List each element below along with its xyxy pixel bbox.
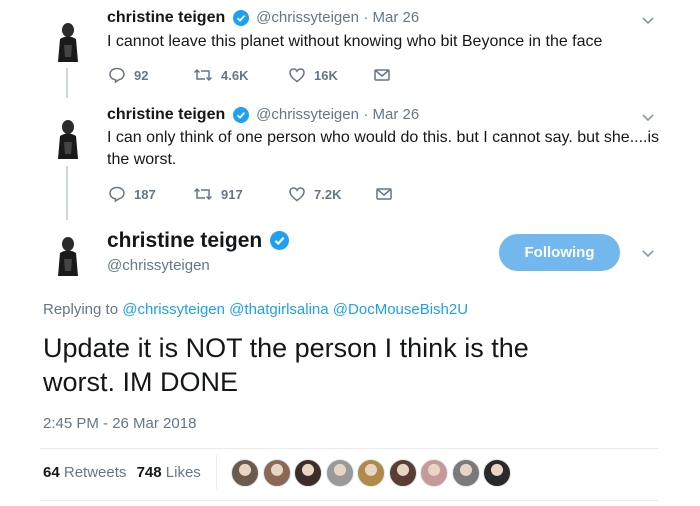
like-count: 7.2K: [314, 186, 342, 202]
avatar[interactable]: [43, 231, 91, 279]
mention-link[interactable]: @chrissyteigen: [122, 301, 225, 318]
liker-avatar[interactable]: [325, 459, 354, 487]
reply-icon: [109, 186, 125, 203]
avatar[interactable]: [43, 17, 91, 65]
liker-avatar[interactable]: [294, 459, 322, 487]
replying-to: Replying to @chrissyteigen @thatgirlsali…: [43, 301, 468, 318]
reply-icon: [109, 67, 125, 84]
direct-message-button[interactable]: [375, 185, 393, 203]
liker-avatar[interactable]: [451, 459, 480, 487]
like-count: 16K: [314, 67, 338, 83]
retweet-icon: [193, 187, 213, 201]
retweet-count: 917: [221, 186, 243, 202]
avatar-photo-icon: [43, 17, 91, 65]
tweet-text-line: worst. IM DONE: [43, 367, 239, 397]
verified-badge-icon: [232, 9, 249, 26]
author-name[interactable]: christine teigen: [107, 9, 225, 26]
following-button[interactable]: Following: [499, 234, 620, 271]
retweet-icon: [193, 68, 213, 82]
main-tweet-text: Update it is NOT the person I think is t…: [43, 331, 529, 399]
author-handle[interactable]: @chrissyteigen: [256, 106, 359, 123]
retweet-count: 4.6K: [221, 67, 249, 83]
likes-count: 748: [136, 464, 162, 481]
reply-button[interactable]: 92: [108, 66, 193, 84]
replying-prefix: Replying to: [43, 301, 119, 318]
retweet-button[interactable]: 4.6K: [193, 66, 288, 84]
retweets-label: Retweets: [63, 464, 127, 481]
envelope-icon: [376, 188, 392, 200]
avatar-photo-icon: [43, 231, 91, 279]
tweet-stats: 64 Retweets 748 Likes: [43, 464, 201, 481]
avatar-photo-icon: [43, 114, 91, 162]
chevron-down-icon[interactable]: [640, 12, 656, 28]
liker-avatar[interactable]: [388, 459, 417, 487]
retweet-button[interactable]: 917: [193, 185, 288, 203]
liker-avatar[interactable]: [231, 459, 259, 487]
tweet-text-line: the worst.: [107, 151, 177, 168]
reply-count: 92: [134, 67, 149, 83]
avatar[interactable]: [43, 114, 91, 162]
reply-button[interactable]: 187: [108, 185, 193, 203]
author-handle[interactable]: @chrissyteigen: [256, 9, 359, 26]
chevron-down-icon[interactable]: [640, 245, 656, 261]
chevron-down-icon[interactable]: [640, 109, 656, 125]
like-button[interactable]: 7.2K: [288, 185, 375, 203]
verified-badge-icon: [269, 231, 289, 251]
thread-line: [66, 166, 68, 220]
verified-badge-icon: [232, 106, 249, 123]
tweet-date[interactable]: · Mar 26: [363, 106, 419, 123]
likes-label: Likes: [165, 464, 201, 481]
tweet-timestamp[interactable]: 2:45 PM - 26 Mar 2018: [43, 415, 196, 432]
divider: [40, 500, 658, 501]
envelope-icon: [374, 69, 390, 81]
author-name[interactable]: christine teigen: [107, 229, 262, 252]
tweet-text: I cannot leave this planet without knowi…: [107, 33, 603, 50]
mention-link[interactable]: @DocMouseBish2U: [333, 301, 468, 318]
tweet-text-line: I can only think of one person who would…: [107, 129, 660, 146]
retweets-stat[interactable]: 64 Retweets: [43, 464, 131, 481]
direct-message-button[interactable]: [373, 66, 391, 84]
liker-avatar[interactable]: [483, 459, 511, 487]
stats-separator: [216, 455, 217, 489]
likes-stat[interactable]: 748 Likes: [137, 464, 201, 481]
tweet-date[interactable]: · Mar 26: [363, 9, 419, 26]
liker-avatar[interactable]: [420, 459, 448, 487]
like-button[interactable]: 16K: [288, 66, 373, 84]
mention-link[interactable]: @thatgirlsalina: [229, 301, 328, 318]
tweet-text-line: Update it is NOT the person I think is t…: [43, 333, 529, 363]
heart-icon: [289, 187, 305, 202]
liker-avatar[interactable]: [262, 459, 291, 487]
thread-line: [66, 68, 68, 98]
reply-count: 187: [134, 186, 156, 202]
divider: [40, 448, 658, 449]
author-name[interactable]: christine teigen: [107, 106, 225, 123]
heart-icon: [289, 68, 305, 83]
retweets-count: 64: [43, 464, 60, 481]
liker-avatar[interactable]: [357, 459, 385, 487]
author-handle[interactable]: @chrissyteigen: [107, 257, 210, 274]
